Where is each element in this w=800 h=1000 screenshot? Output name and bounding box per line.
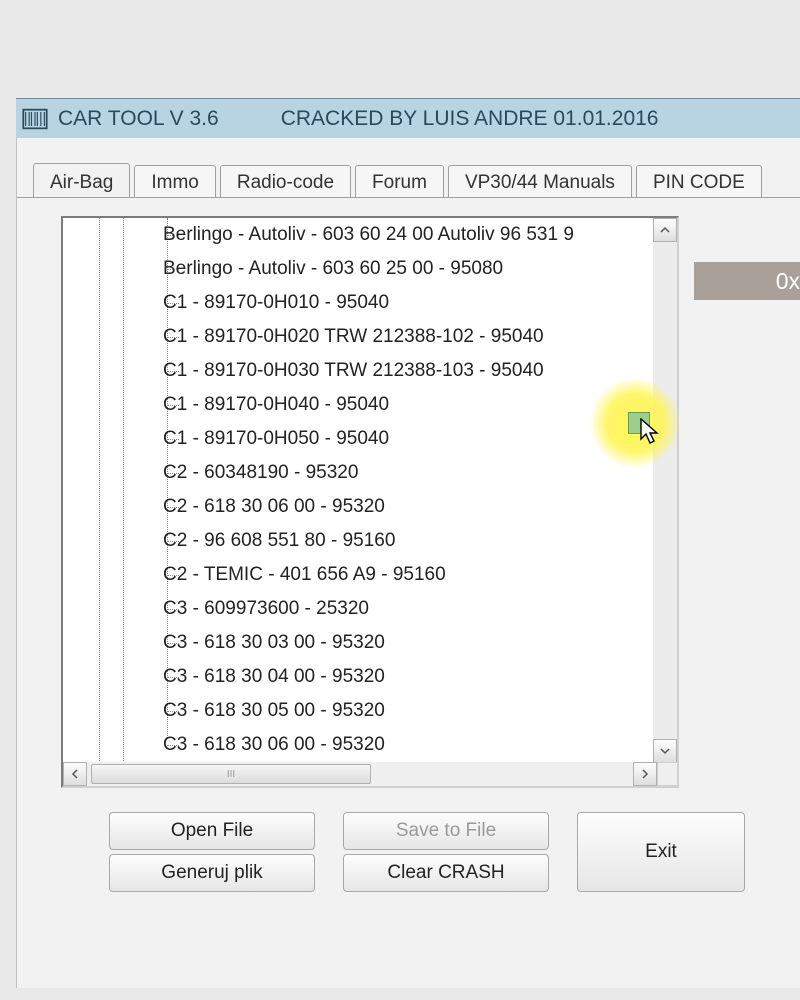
tree-item[interactable]: C3 - 618 30 05 00 - 95320	[63, 694, 657, 728]
save-to-file-button[interactable]: Save to File	[343, 812, 549, 850]
scroll-down-button[interactable]	[653, 739, 677, 763]
tree-item[interactable]: C3 - 609973600 - 25320	[63, 592, 657, 626]
tree-item[interactable]: Berlingo - Autoliv - 603 60 24 00 Autoli…	[63, 218, 657, 252]
open-file-button[interactable]: Open File	[109, 812, 315, 850]
tab-pin-code[interactable]: PIN CODE	[636, 165, 762, 197]
exit-button[interactable]: Exit	[577, 812, 745, 892]
tree-item[interactable]: C1 - 89170-0H030 TRW 212388-103 - 95040	[63, 354, 657, 388]
tree-item[interactable]: C2 - 96 608 551 80 - 95160	[63, 524, 657, 558]
clear-crash-button[interactable]: Clear CRASH	[343, 854, 549, 892]
chevron-left-icon	[70, 769, 80, 779]
titlebar: CAR TOOL V 3.6 CRACKED BY LUIS ANDRE 01.…	[16, 98, 800, 138]
tree-item[interactable]: C2 - TEMIC - 401 656 A9 - 95160	[63, 558, 657, 592]
tab-radio-code[interactable]: Radio-code	[220, 165, 351, 197]
vertical-scrollbar[interactable]	[653, 218, 677, 763]
horizontal-scrollbar[interactable]: III	[63, 762, 679, 786]
tree-item[interactable]: C1 - 89170-0H040 - 95040	[63, 388, 657, 422]
tree-item[interactable]: C3 - 618 30 06 00 - 95320	[63, 728, 657, 762]
tree-item[interactable]: C1 - 89170-0H010 - 95040	[63, 286, 657, 320]
tree-item[interactable]: C1 - 89170-0H020 TRW 212388-102 - 95040	[63, 320, 657, 354]
button-row: Open File Generuj plik Save to File Clea…	[109, 812, 800, 892]
tab-vp30-44-manuals[interactable]: VP30/44 Manuals	[448, 165, 632, 197]
scroll-up-button[interactable]	[653, 218, 677, 242]
chevron-right-icon	[640, 769, 650, 779]
tab-immo[interactable]: Immo	[134, 165, 216, 197]
tabstrip: Air-Bag Immo Radio-code Forum VP30/44 Ma…	[33, 162, 800, 197]
scroll-track[interactable]	[653, 242, 677, 739]
app-icon	[20, 104, 50, 134]
tree-view[interactable]: Berlingo - Autoliv - 603 60 24 00 Autoli…	[61, 216, 679, 788]
tab-panel: Berlingo - Autoliv - 603 60 24 00 Autoli…	[17, 197, 800, 892]
app-title: CAR TOOL V 3.6	[58, 107, 219, 131]
tab-airbag[interactable]: Air-Bag	[33, 163, 130, 197]
tree-item[interactable]: Berlingo - Autoliv - 603 60 25 00 - 9508…	[63, 252, 657, 286]
tree-item[interactable]: C2 - 618 30 06 00 - 95320	[63, 490, 657, 524]
chevron-down-icon	[660, 746, 670, 756]
tree-item[interactable]: C2 - 60348190 - 95320	[63, 456, 657, 490]
hex-value-label: 0x	[694, 262, 800, 300]
chevron-up-icon	[660, 225, 670, 235]
generuj-plik-button[interactable]: Generuj plik	[109, 854, 315, 892]
scroll-thumb[interactable]: III	[91, 764, 371, 784]
tree-item[interactable]: C3 - 618 30 03 00 - 95320	[63, 626, 657, 660]
window-body: Air-Bag Immo Radio-code Forum VP30/44 Ma…	[16, 138, 800, 988]
scroll-corner	[657, 762, 679, 786]
scroll-right-button[interactable]	[633, 762, 657, 786]
app-credit: CRACKED BY LUIS ANDRE 01.01.2016	[281, 107, 659, 131]
tab-forum[interactable]: Forum	[355, 165, 444, 197]
tree-item[interactable]: C3 - 618 30 04 00 - 95320	[63, 660, 657, 694]
scroll-left-button[interactable]	[63, 762, 87, 786]
tree-item[interactable]: C1 - 89170-0H050 - 95040	[63, 422, 657, 456]
